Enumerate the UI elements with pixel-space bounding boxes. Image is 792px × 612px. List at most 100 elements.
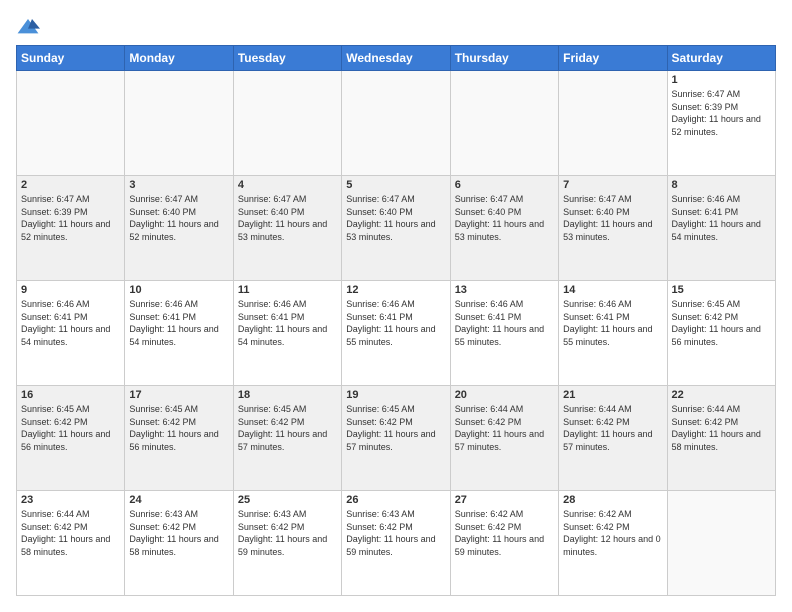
day-info: Sunrise: 6:44 AM Sunset: 6:42 PM Dayligh…	[455, 403, 554, 453]
day-number: 14	[563, 284, 662, 296]
day-info: Sunrise: 6:46 AM Sunset: 6:41 PM Dayligh…	[21, 298, 120, 348]
day-info: Sunrise: 6:46 AM Sunset: 6:41 PM Dayligh…	[455, 298, 554, 348]
day-number: 9	[21, 284, 120, 296]
day-number: 17	[129, 389, 228, 401]
day-number: 15	[672, 284, 771, 296]
calendar-cell: 12 Sunrise: 6:46 AM Sunset: 6:41 PM Dayli…	[342, 281, 450, 386]
calendar-cell: 9 Sunrise: 6:46 AM Sunset: 6:41 PM Daylig…	[17, 281, 125, 386]
calendar-cell	[17, 71, 125, 176]
calendar-cell: 18 Sunrise: 6:45 AM Sunset: 6:42 PM Dayli…	[233, 386, 341, 491]
calendar-cell: 10 Sunrise: 6:46 AM Sunset: 6:41 PM Dayli…	[125, 281, 233, 386]
day-number: 18	[238, 389, 337, 401]
day-info: Sunrise: 6:47 AM Sunset: 6:39 PM Dayligh…	[21, 193, 120, 243]
calendar-cell: 23 Sunrise: 6:44 AM Sunset: 6:42 PM Dayli…	[17, 491, 125, 596]
day-number: 6	[455, 179, 554, 191]
calendar-cell: 1 Sunrise: 6:47 AM Sunset: 6:39 PM Daylig…	[667, 71, 775, 176]
day-number: 16	[21, 389, 120, 401]
calendar-cell: 17 Sunrise: 6:45 AM Sunset: 6:42 PM Dayli…	[125, 386, 233, 491]
day-number: 20	[455, 389, 554, 401]
day-number: 28	[563, 494, 662, 506]
calendar-cell: 19 Sunrise: 6:45 AM Sunset: 6:42 PM Dayli…	[342, 386, 450, 491]
calendar-cell	[450, 71, 558, 176]
day-info: Sunrise: 6:42 AM Sunset: 6:42 PM Dayligh…	[455, 508, 554, 558]
day-info: Sunrise: 6:42 AM Sunset: 6:42 PM Dayligh…	[563, 508, 662, 558]
weekday-header: Tuesday	[233, 46, 341, 71]
day-number: 5	[346, 179, 445, 191]
calendar-cell: 25 Sunrise: 6:43 AM Sunset: 6:42 PM Dayli…	[233, 491, 341, 596]
calendar-cell: 27 Sunrise: 6:42 AM Sunset: 6:42 PM Dayli…	[450, 491, 558, 596]
calendar-cell: 4 Sunrise: 6:47 AM Sunset: 6:40 PM Daylig…	[233, 176, 341, 281]
day-info: Sunrise: 6:47 AM Sunset: 6:39 PM Dayligh…	[672, 88, 771, 138]
weekday-header: Monday	[125, 46, 233, 71]
day-number: 12	[346, 284, 445, 296]
day-number: 8	[672, 179, 771, 191]
day-info: Sunrise: 6:44 AM Sunset: 6:42 PM Dayligh…	[672, 403, 771, 453]
calendar-cell: 20 Sunrise: 6:44 AM Sunset: 6:42 PM Dayli…	[450, 386, 558, 491]
day-number: 23	[21, 494, 120, 506]
calendar-cell: 14 Sunrise: 6:46 AM Sunset: 6:41 PM Dayli…	[559, 281, 667, 386]
day-info: Sunrise: 6:46 AM Sunset: 6:41 PM Dayligh…	[563, 298, 662, 348]
calendar-cell: 6 Sunrise: 6:47 AM Sunset: 6:40 PM Daylig…	[450, 176, 558, 281]
calendar-cell: 24Sunrise: 6:43 AM Sunset: 6:42 PM Dayli…	[125, 491, 233, 596]
day-number: 21	[563, 389, 662, 401]
day-info: Sunrise: 6:43 AM Sunset: 6:42 PM Dayligh…	[238, 508, 337, 558]
day-info: Sunrise: 6:43 AM Sunset: 6:42 PM Dayligh…	[346, 508, 445, 558]
weekday-header: Thursday	[450, 46, 558, 71]
calendar-cell: 26 Sunrise: 6:43 AM Sunset: 6:42 PM Dayli…	[342, 491, 450, 596]
calendar-cell	[233, 71, 341, 176]
calendar-cell	[667, 491, 775, 596]
weekday-header: Sunday	[17, 46, 125, 71]
day-number: 2	[21, 179, 120, 191]
day-info: Sunrise: 6:46 AM Sunset: 6:41 PM Dayligh…	[346, 298, 445, 348]
calendar-cell: 2 Sunrise: 6:47 AM Sunset: 6:39 PM Daylig…	[17, 176, 125, 281]
page: SundayMondayTuesdayWednesdayThursdayFrid…	[0, 0, 792, 612]
calendar-cell	[125, 71, 233, 176]
weekday-header: Saturday	[667, 46, 775, 71]
day-info: Sunrise: 6:47 AM Sunset: 6:40 PM Dayligh…	[238, 193, 337, 243]
calendar-cell: 28 Sunrise: 6:42 AM Sunset: 6:42 PM Dayli…	[559, 491, 667, 596]
day-number: 4	[238, 179, 337, 191]
day-number: 11	[238, 284, 337, 296]
calendar-cell: 8 Sunrise: 6:46 AM Sunset: 6:41 PM Daylig…	[667, 176, 775, 281]
calendar-cell	[342, 71, 450, 176]
calendar-cell: 16 Sunrise: 6:45 AM Sunset: 6:42 PM Dayli…	[17, 386, 125, 491]
day-number: 24	[129, 494, 228, 506]
day-info: Sunrise: 6:46 AM Sunset: 6:41 PM Dayligh…	[238, 298, 337, 348]
day-number: 7	[563, 179, 662, 191]
day-number: 13	[455, 284, 554, 296]
weekday-header: Friday	[559, 46, 667, 71]
calendar-cell: 22 Sunrise: 6:44 AM Sunset: 6:42 PM Dayli…	[667, 386, 775, 491]
header	[16, 16, 776, 37]
day-number: 27	[455, 494, 554, 506]
day-info: Sunrise: 6:45 AM Sunset: 6:42 PM Dayligh…	[21, 403, 120, 453]
calendar-cell	[559, 71, 667, 176]
day-info: Sunrise: 6:45 AM Sunset: 6:42 PM Dayligh…	[346, 403, 445, 453]
day-number: 19	[346, 389, 445, 401]
day-info: Sunrise: 6:45 AM Sunset: 6:42 PM Dayligh…	[238, 403, 337, 453]
day-info: Sunrise: 6:46 AM Sunset: 6:41 PM Dayligh…	[129, 298, 228, 348]
calendar-cell: 11 Sunrise: 6:46 AM Sunset: 6:41 PM Dayli…	[233, 281, 341, 386]
day-info: Sunrise: 6:46 AM Sunset: 6:41 PM Dayligh…	[672, 193, 771, 243]
day-info: Sunrise: 6:44 AM Sunset: 6:42 PM Dayligh…	[21, 508, 120, 558]
day-info: Sunrise: 6:44 AM Sunset: 6:42 PM Dayligh…	[563, 403, 662, 453]
day-number: 10	[129, 284, 228, 296]
day-info: Sunrise: 6:47 AM Sunset: 6:40 PM Dayligh…	[346, 193, 445, 243]
logo-icon	[16, 17, 40, 37]
day-info: Sunrise: 6:45 AM Sunset: 6:42 PM Dayligh…	[672, 298, 771, 348]
day-number: 1	[672, 74, 771, 86]
logo	[16, 16, 44, 37]
day-number: 25	[238, 494, 337, 506]
day-number: 26	[346, 494, 445, 506]
weekday-header: Wednesday	[342, 46, 450, 71]
calendar-cell: 5 Sunrise: 6:47 AM Sunset: 6:40 PM Daylig…	[342, 176, 450, 281]
day-number: 22	[672, 389, 771, 401]
day-info: Sunrise: 6:45 AM Sunset: 6:42 PM Dayligh…	[129, 403, 228, 453]
calendar-cell: 15 Sunrise: 6:45 AM Sunset: 6:42 PM Dayli…	[667, 281, 775, 386]
day-info: Sunrise: 6:47 AM Sunset: 6:40 PM Dayligh…	[129, 193, 228, 243]
day-info: Sunrise: 6:47 AM Sunset: 6:40 PM Dayligh…	[455, 193, 554, 243]
day-number: 3	[129, 179, 228, 191]
calendar-cell: 13 Sunrise: 6:46 AM Sunset: 6:41 PM Dayli…	[450, 281, 558, 386]
day-info: Sunrise: 6:47 AM Sunset: 6:40 PM Dayligh…	[563, 193, 662, 243]
calendar-cell: 21 Sunrise: 6:44 AM Sunset: 6:42 PM Dayli…	[559, 386, 667, 491]
calendar-cell: 3 Sunrise: 6:47 AM Sunset: 6:40 PM Daylig…	[125, 176, 233, 281]
